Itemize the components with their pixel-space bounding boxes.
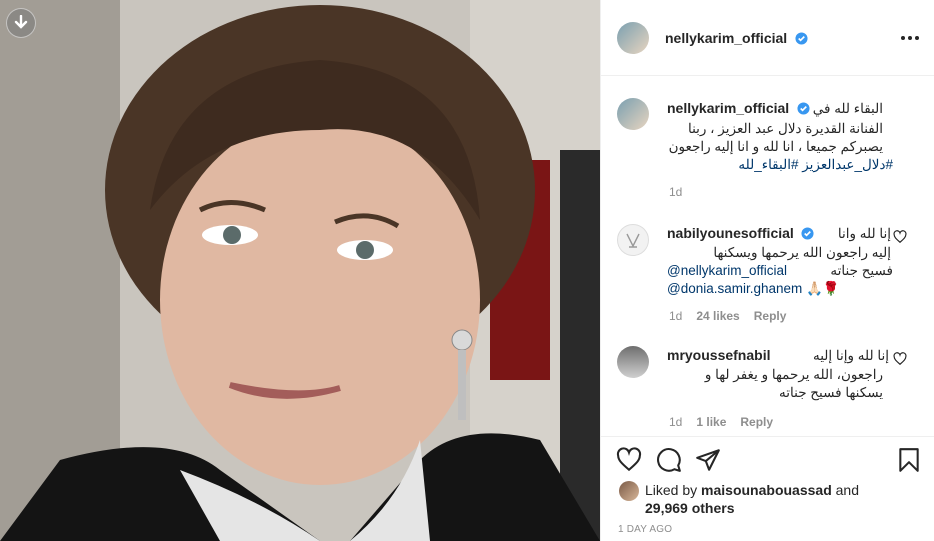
author-avatar[interactable] (617, 22, 649, 54)
commenter-username[interactable]: mryoussefnabil (667, 347, 770, 363)
share-icon[interactable] (695, 447, 721, 473)
download-icon (14, 15, 28, 29)
save-icon[interactable] (896, 447, 922, 473)
comment-time: 1d (669, 415, 683, 429)
caption-username[interactable]: nellykarim_official (667, 100, 789, 116)
download-button[interactable] (6, 8, 36, 38)
heart-icon[interactable] (616, 447, 642, 473)
comment-heart-icon[interactable] (893, 352, 907, 366)
author-username[interactable]: nellykarim_official (665, 30, 787, 46)
commenter-avatar[interactable] (617, 224, 649, 256)
comment-heart-icon[interactable] (893, 230, 907, 244)
comment-mention[interactable]: @nellykarim_official (667, 263, 787, 278)
post-photo[interactable] (0, 0, 600, 541)
caption-line-3: يصبركم جميعا ، انا لله و انا إليه راجعون (668, 139, 883, 154)
liked-and: and (835, 482, 859, 498)
reply-button[interactable]: Reply (740, 415, 773, 429)
caption-time: 1d (669, 185, 683, 199)
post-side-panel: nellykarim_official nellykarim_official (600, 0, 934, 541)
verified-badge-icon (801, 227, 814, 240)
caption-hashtags[interactable]: #دلال_عبدالعزيز #البقاء_لله (667, 156, 893, 174)
comment-meta: 1d 1 like Reply (669, 415, 787, 429)
comment-icon[interactable] (656, 447, 682, 473)
comment-meta: 1d 24 likes Reply (669, 309, 800, 323)
comment-mention[interactable]: @donia.samir.ghanem (667, 281, 802, 296)
comment-line-1: إنا لله وإنا إليه (812, 348, 889, 363)
comment-line-2: إليه راجعون الله يرحمها ويسكنها (713, 245, 891, 260)
comment-line-3: فسيح جناته (830, 263, 893, 278)
comment-line-2: راجعون، الله يرحمها و يغفر لها و (704, 367, 883, 382)
liker-avatar[interactable] (619, 481, 639, 501)
reply-button[interactable]: Reply (754, 309, 787, 323)
portrait-image (0, 0, 600, 541)
comment-time: 1d (669, 309, 683, 323)
commenter-username[interactable]: nabilyounesofficial (667, 225, 794, 241)
comments-list[interactable]: nellykarim_official البقاء لله في الفنان… (601, 76, 934, 436)
verified-badge-icon (795, 32, 808, 45)
comment-line-1: إنا لله وانا (837, 226, 891, 241)
likes-summary: Liked by maisounabouassad and 29,969 oth… (645, 481, 895, 517)
likes-count[interactable]: 29,969 others (645, 500, 735, 516)
comment-likes[interactable]: 1 like (696, 415, 726, 429)
post-timestamp[interactable]: 1 DAY AGO (618, 524, 672, 535)
post-actions: Liked by maisounabouassad and 29,969 oth… (601, 436, 934, 541)
post-header: nellykarim_official (601, 0, 934, 76)
caption-line-2: الفنانة القديرة دلال عبد العزيز ، ربنا (687, 121, 883, 136)
comment-line-3: يسكنها فسيح جناته (779, 385, 883, 400)
caption-line-1: البقاء لله في (812, 101, 883, 116)
more-options-icon[interactable] (899, 28, 921, 48)
comment-emojis: 🙏🏻🌹 (806, 281, 840, 296)
caption-avatar[interactable] (617, 98, 649, 130)
liked-by-prefix: Liked by (645, 482, 698, 498)
comment-likes[interactable]: 24 likes (696, 309, 739, 323)
liker-username[interactable]: maisounabouassad (701, 482, 832, 498)
commenter-avatar[interactable] (617, 346, 649, 378)
